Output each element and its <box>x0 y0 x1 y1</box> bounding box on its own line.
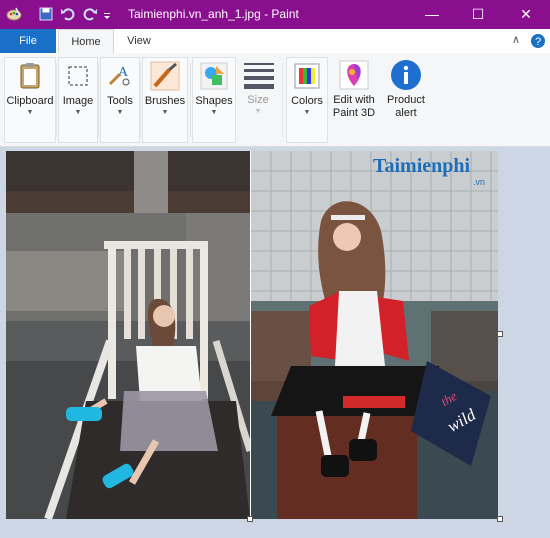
tools-icon: A <box>104 60 136 92</box>
paint3d-icon <box>338 59 370 91</box>
tab-home[interactable]: Home <box>58 29 114 55</box>
redo-icon[interactable] <box>82 6 98 22</box>
tools-label: Tools <box>107 95 133 107</box>
edit-with-label: Edit with <box>333 94 375 106</box>
resize-handle-right[interactable] <box>497 331 503 337</box>
paint3d-label: Paint 3D <box>332 107 376 119</box>
title-bar: Taimienphi.vn_anh_1.jpg - Paint — ☐ ✕ <box>0 0 550 29</box>
photo-left <box>6 151 250 519</box>
chevron-down-icon: ▼ <box>254 108 262 115</box>
chevron-down-icon: ▼ <box>74 109 82 116</box>
edit-with-paint3d-button[interactable]: Edit with Paint 3D <box>330 57 378 141</box>
brush-icon <box>149 60 181 92</box>
close-button[interactable]: ✕ <box>502 0 550 29</box>
window-title: Taimienphi.vn_anh_1.jpg - Paint <box>128 7 299 21</box>
size-group-button[interactable]: Size ▼ <box>238 57 278 141</box>
resize-handle-bottom[interactable] <box>247 516 253 522</box>
chevron-down-icon: ▼ <box>26 109 34 116</box>
select-image-icon <box>62 60 94 92</box>
image-canvas[interactable]: Taimienphi .vn the wild <box>6 151 498 519</box>
image-label: Image <box>62 95 94 107</box>
size-label: Size <box>247 94 269 106</box>
undo-icon[interactable] <box>60 6 76 22</box>
close-icon: ✕ <box>520 6 532 22</box>
alert-label: alert <box>395 107 417 119</box>
minimize-icon: — <box>425 6 439 22</box>
left-photo-illustration <box>6 151 250 519</box>
svg-text:A: A <box>118 65 129 80</box>
watermark-logo: Taimienphi <box>373 155 471 177</box>
brushes-group-button[interactable]: Brushes ▼ <box>142 57 188 143</box>
chevron-down-icon: ▼ <box>161 109 169 116</box>
watermark-tld: .vn <box>473 177 486 187</box>
collapse-ribbon-icon[interactable]: ∧ <box>512 33 520 46</box>
brushes-label: Brushes <box>144 95 186 107</box>
tools-group-button[interactable]: A Tools ▼ <box>100 57 140 143</box>
product-alert-button[interactable]: Product alert <box>384 57 428 141</box>
product-label: Product <box>387 94 425 106</box>
help-icon[interactable]: ? <box>530 33 546 49</box>
photo-right: Taimienphi .vn the wild <box>251 151 498 519</box>
ribbon-tab-row: File Home View ∧ ? <box>0 29 550 55</box>
resize-handle-corner[interactable] <box>497 516 503 522</box>
clipboard-group-button[interactable]: Clipboard ▼ <box>4 57 56 143</box>
ribbon: Clipboard ▼ Image ▼ A Tools ▼ Brushes ▼ … <box>0 53 550 147</box>
info-icon <box>390 59 422 91</box>
clipboard-icon <box>14 60 46 92</box>
line-size-icon <box>242 59 274 91</box>
chevron-down-icon: ▼ <box>116 109 124 116</box>
chevron-down-icon: ▼ <box>303 109 311 116</box>
colors-group-button[interactable]: Colors ▼ <box>286 57 328 143</box>
shapes-label: Shapes <box>195 95 233 107</box>
shapes-icon <box>198 60 230 92</box>
clipboard-label: Clipboard <box>6 95 54 107</box>
minimize-button[interactable]: — <box>410 0 454 29</box>
maximize-button[interactable]: ☐ <box>456 0 500 29</box>
save-icon[interactable] <box>38 6 54 22</box>
canvas-workspace[interactable]: Taimienphi .vn the wild <box>0 147 550 538</box>
paint-app-icon[interactable] <box>6 6 22 22</box>
tab-view[interactable]: View <box>116 29 162 53</box>
svg-text:?: ? <box>535 36 541 48</box>
customize-quick-access-icon[interactable] <box>102 6 112 22</box>
image-group-button[interactable]: Image ▼ <box>58 57 98 143</box>
right-photo-illustration <box>251 151 498 519</box>
tab-file[interactable]: File <box>0 29 56 53</box>
colors-label: Colors <box>291 95 323 107</box>
color-palette-icon <box>291 60 323 92</box>
shapes-group-button[interactable]: Shapes ▼ <box>192 57 236 143</box>
maximize-icon: ☐ <box>471 6 485 22</box>
chevron-down-icon: ▼ <box>210 109 218 116</box>
